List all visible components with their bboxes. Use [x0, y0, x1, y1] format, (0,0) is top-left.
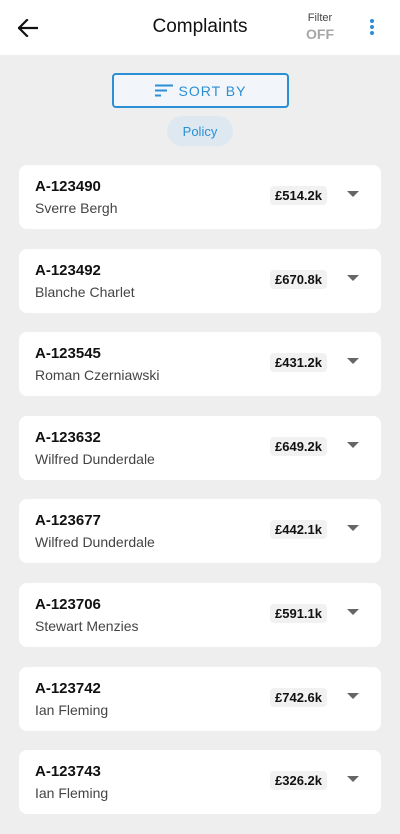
complaint-list: A-123490 Sverre Bergh £514.2k A-123492 B…	[19, 165, 381, 834]
complainant-name: Roman Czerniawski	[35, 367, 160, 384]
complaint-amount: £514.2k	[270, 186, 327, 205]
filter-label: Filter	[307, 12, 333, 24]
more-options-button[interactable]	[362, 16, 382, 38]
complaint-amount: £742.6k	[270, 687, 327, 707]
complaint-amount: £670.8k	[270, 269, 327, 289]
complainant-name: Wilfred Dunderdale	[35, 450, 155, 467]
complainant-name: Wilfred Dunderdale	[35, 534, 155, 551]
complaint-amount: £591.1k	[270, 603, 327, 623]
complaint-card[interactable]: A-123490 Sverre Bergh £514.2k	[19, 165, 381, 229]
more-vert-icon	[370, 19, 374, 35]
chevron-down-icon[interactable]	[347, 191, 359, 197]
complaint-amount: £326.2k	[270, 771, 327, 791]
complaint-card[interactable]: A-123492 Blanche Charlet £670.8k	[19, 248, 381, 313]
chevron-down-icon[interactable]	[347, 608, 359, 615]
app-bar: Complaints Filter OFF	[0, 0, 400, 55]
complaint-id: A-123490	[35, 178, 101, 195]
chevron-down-icon[interactable]	[347, 274, 359, 281]
complaint-amount: £649.2k	[270, 436, 327, 456]
complaint-card[interactable]: A-123632 Wilfred Dunderdale £649.2k	[19, 415, 381, 480]
complainant-name: Ian Fleming	[35, 785, 109, 802]
complaint-id: A-123743	[35, 763, 101, 781]
chevron-down-icon[interactable]	[347, 441, 359, 448]
chevron-down-icon[interactable]	[347, 776, 359, 783]
complaint-id: A-123742	[35, 679, 101, 697]
complaint-amount: £442.1k	[270, 520, 327, 540]
complaint-card[interactable]: A-123742 Ian Fleming £742.6k	[19, 666, 381, 731]
sort-chip-policy[interactable]: Policy	[167, 116, 233, 146]
complaint-card[interactable]: A-123677 Wilfred Dunderdale £442.1k	[19, 499, 381, 564]
complainant-name: Stewart Menzies	[35, 617, 139, 634]
chevron-down-icon[interactable]	[347, 525, 359, 532]
complaint-id: A-123706	[35, 595, 101, 613]
sort-by-label: SORT BY	[178, 82, 247, 99]
complaint-id: A-123545	[35, 345, 101, 363]
filter-toggle[interactable]: Filter OFF	[300, 12, 340, 43]
complainant-name: Blanche Charlet	[35, 283, 135, 300]
complaint-card[interactable]: A-123706 Stewart Menzies £591.1k	[19, 582, 381, 647]
complaint-amount: £431.2k	[270, 353, 327, 373]
filter-value: OFF	[306, 26, 334, 42]
complainant-name: Sverre Bergh	[35, 200, 118, 216]
page-title: Complaints	[152, 16, 248, 37]
chevron-down-icon[interactable]	[347, 692, 359, 699]
complaint-id: A-123492	[35, 261, 101, 279]
complainant-name: Ian Fleming	[35, 701, 109, 718]
sort-lines-icon	[154, 84, 173, 97]
chevron-down-icon[interactable]	[347, 358, 359, 365]
sort-by-button[interactable]: SORT BY	[112, 73, 289, 108]
complaint-id: A-123677	[35, 512, 101, 530]
complaint-card[interactable]: A-123545 Roman Czerniawski £431.2k	[19, 332, 381, 397]
complaint-card[interactable]: A-123743 Ian Fleming £326.2k	[19, 750, 381, 815]
complaint-id: A-123632	[35, 428, 101, 446]
